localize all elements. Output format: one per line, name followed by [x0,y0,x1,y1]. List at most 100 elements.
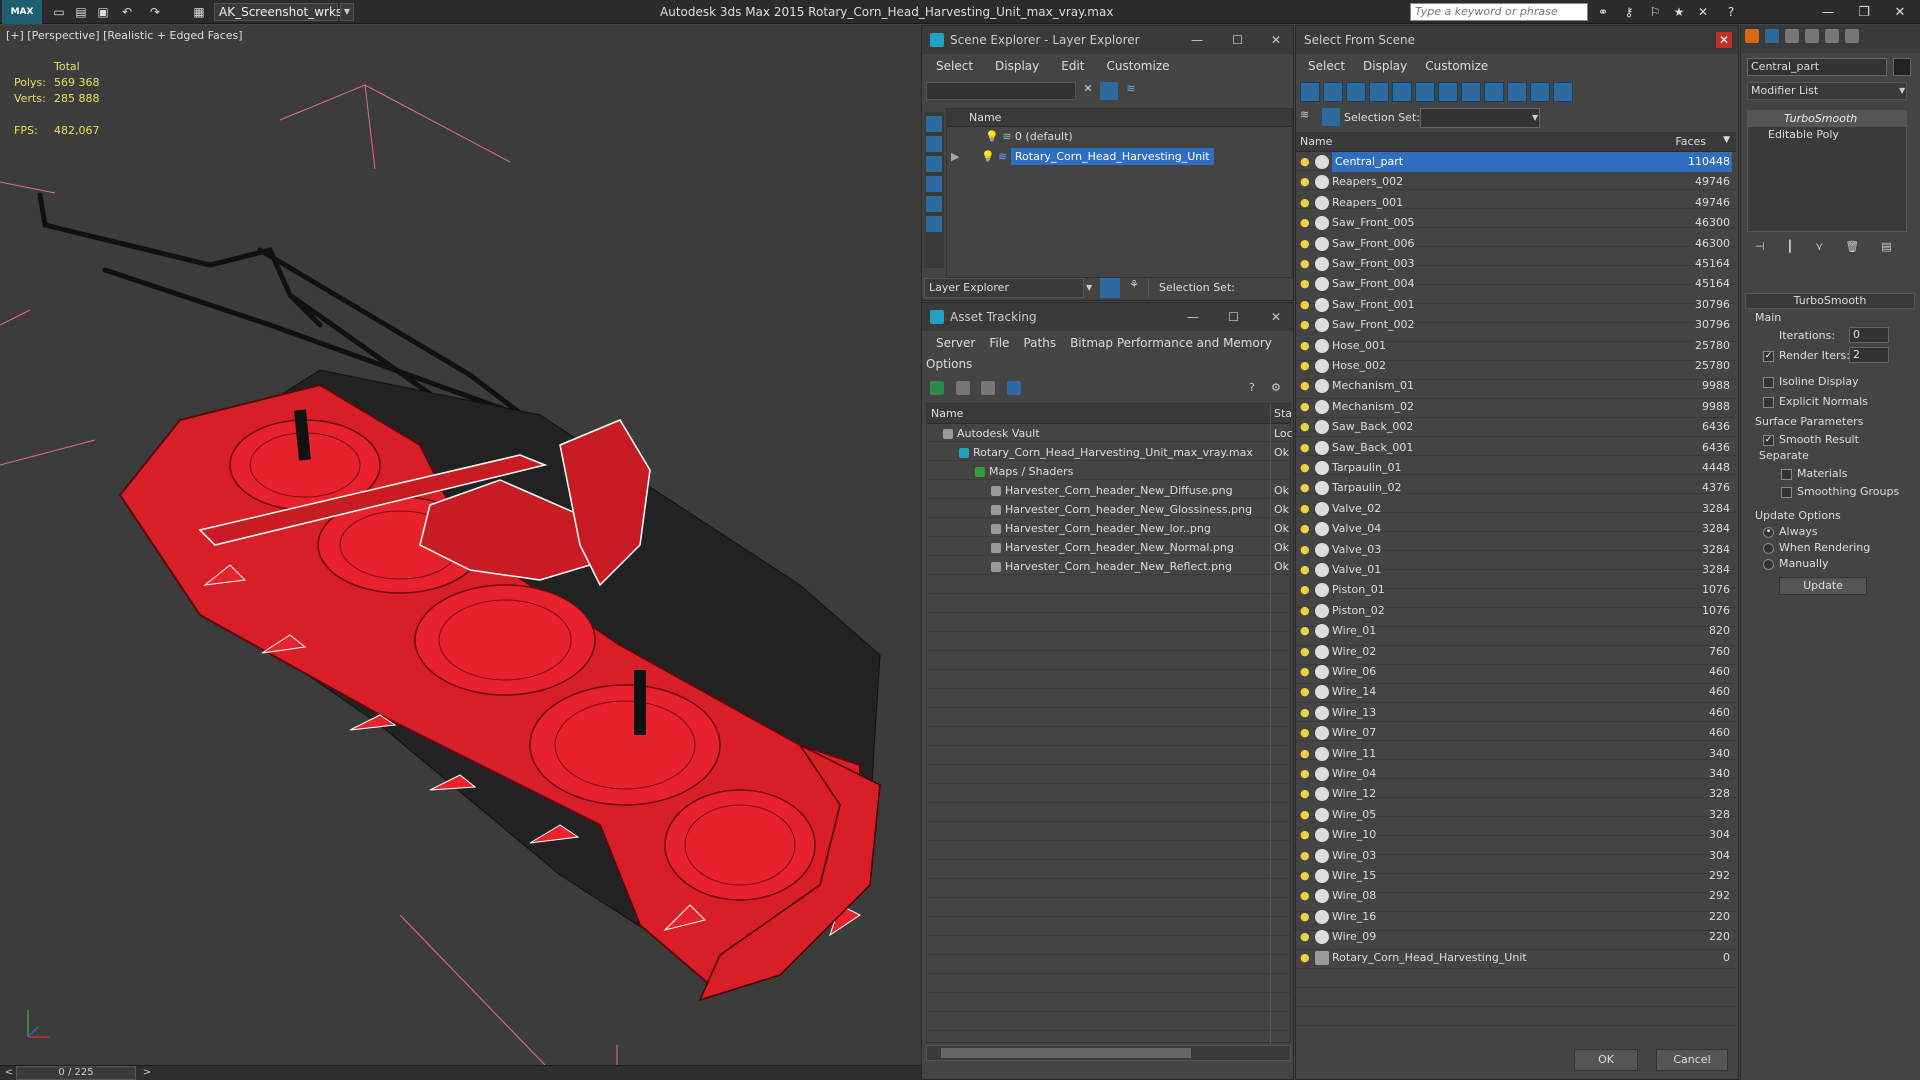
project-folder-icon[interactable]: ▦ [190,3,208,21]
stack-item-editable-poly[interactable]: Editable Poly [1748,127,1906,143]
scrollbar-thumb[interactable] [941,1048,1191,1058]
scene-object-row[interactable]: ● Valve_01 3284 [1296,560,1736,580]
update-button[interactable]: Update [1779,577,1867,595]
scene-object-row[interactable]: ● Valve_03 3284 [1296,540,1736,560]
sfs-col-faces[interactable]: Faces [1675,135,1706,148]
lightbulb-icon[interactable]: ● [1300,376,1310,396]
save-file-icon[interactable]: ▣ [94,3,112,21]
motion-tab-icon[interactable] [1805,29,1819,43]
asset-row[interactable]: Harvester_Corn_header_New_Glossiness.png… [927,500,1290,519]
display-bones-icon[interactable] [1484,82,1504,102]
sfs-menu-customize[interactable]: Customize [1425,54,1488,78]
time-next-icon[interactable]: > [140,1066,154,1080]
scene-object-row[interactable]: ● Saw_Back_002 6436 [1296,417,1736,437]
lightbulb-icon[interactable]: ● [1300,193,1310,213]
scene-object-row[interactable]: ● Wire_05 328 [1296,805,1736,825]
make-unique-icon[interactable]: ⋎ [1815,240,1823,258]
scene-object-row[interactable]: ● Wire_14 460 [1296,682,1736,702]
at-horizontal-scrollbar[interactable] [926,1045,1291,1061]
at-menu-file[interactable]: File [989,331,1009,355]
scene-object-row[interactable]: ● Wire_08 292 [1296,886,1736,906]
display-frozen-icon[interactable] [1530,82,1550,102]
at-col-name[interactable]: Name [927,407,963,420]
lightbulb-icon[interactable]: ● [1300,662,1310,682]
scene-object-row[interactable]: ● Saw_Back_001 6436 [1296,438,1736,458]
help-icon[interactable]: ? [1722,3,1740,21]
lightbulb-icon[interactable]: ● [1300,417,1310,437]
close-icon[interactable]: ✕ [1882,0,1918,24]
modifier-list-dropdown[interactable]: Modifier List [1747,82,1907,100]
scene-object-row[interactable]: ● Wire_12 328 [1296,784,1736,804]
scene-object-row[interactable]: ● Wire_16 220 [1296,907,1736,927]
lightbulb-icon[interactable]: ● [1300,152,1310,172]
at-minimize-icon[interactable]: — [1187,303,1199,331]
at-maximize-icon[interactable]: ☐ [1228,303,1239,331]
display-geometry-icon[interactable] [1300,82,1320,102]
lightbulb-icon[interactable]: ● [1300,886,1310,906]
remove-modifier-icon[interactable]: 🗑 [1845,240,1859,258]
se-minimize-icon[interactable]: — [1191,26,1203,54]
dropdown-arrow-icon[interactable]: ▼ [1532,108,1542,128]
sort-by-layer-icon[interactable] [1100,278,1120,298]
se-menu-select[interactable]: Select [936,54,973,78]
render-iters-spinner[interactable]: 2 [1849,347,1889,363]
se-maximize-icon[interactable]: ☐ [1232,26,1243,54]
scene-object-row[interactable]: ● Wire_10 304 [1296,825,1736,845]
lightbulb-icon[interactable]: ● [1300,540,1310,560]
asset-row[interactable]: Harvester_Corn_header_New_Reflect.png Ok [927,557,1290,576]
lightbulb-icon[interactable]: ● [1300,866,1310,886]
scene-object-row[interactable]: ● Piston_02 1076 [1296,601,1736,621]
minimize-icon[interactable]: — [1810,0,1846,24]
scene-object-row[interactable]: ● Saw_Front_005 46300 [1296,213,1736,233]
display-cameras-icon[interactable] [1369,82,1389,102]
scene-object-row[interactable]: ● Saw_Front_006 46300 [1296,234,1736,254]
search-input[interactable]: Type a keyword or phrase [1410,3,1588,21]
communication-icon[interactable]: ⚐ [1646,3,1664,21]
sfs-menu-display[interactable]: Display [1363,54,1407,78]
at-settings-icon[interactable]: ⚙ [1271,381,1285,395]
se-search-field[interactable] [926,82,1076,100]
scene-object-row[interactable]: ● Hose_002 25780 [1296,356,1736,376]
list-view-icon[interactable] [955,381,970,395]
scene-object-row[interactable]: ● Wire_11 340 [1296,744,1736,764]
sfs-close-icon[interactable]: ✕ [1716,32,1732,48]
scene-object-row[interactable]: ● Tarpaulin_01 4448 [1296,458,1736,478]
app-logo[interactable]: MAX [2,0,42,24]
stack-item-turbosmooth[interactable]: TurboSmooth [1748,111,1906,127]
scene-object-row[interactable]: ● Saw_Front_001 30796 [1296,295,1736,315]
display-xrefs-icon[interactable] [1461,82,1481,102]
asset-row[interactable]: Harvester_Corn_header_New_lor..png Ok [927,519,1290,538]
display-shapes-icon[interactable] [1323,82,1343,102]
dropdown-arrow-icon[interactable]: ▼ [1899,82,1913,100]
se-menu-display[interactable]: Display [995,54,1039,78]
asset-row[interactable]: Maps / Shaders [927,462,1290,481]
lightbulb-icon[interactable]: ● [1300,315,1310,335]
scene-object-row[interactable]: ● Rotary_Corn_Head_Harvesting_Unit 0 [1296,948,1736,968]
lightbulb-icon[interactable]: ● [1300,580,1310,600]
display-groups-icon[interactable] [1438,82,1458,102]
explicit-normals-checkbox[interactable] [1763,396,1774,408]
se-layer-row-selected[interactable]: ▶ 💡 ≋ Rotary_Corn_Head_Harvesting_Unit [947,147,1292,167]
se-menu-edit[interactable]: Edit [1061,54,1084,78]
dropdown-arrow-icon[interactable]: ▼ [1086,278,1096,298]
lightbulb-icon[interactable]: ● [1300,948,1310,968]
lightbulb-icon[interactable]: ● [1300,744,1310,764]
se-display-geometry-icon[interactable] [926,116,942,132]
scene-object-row[interactable]: ● Valve_04 3284 [1296,519,1736,539]
render-iters-checkbox[interactable]: ✓ [1763,350,1774,362]
lightbulb-icon[interactable]: ● [1300,927,1310,947]
smoothing-groups-checkbox[interactable] [1781,486,1792,498]
object-name-field[interactable]: Central_part [1747,58,1887,76]
sfs-hierarchy-icon[interactable] [1322,108,1340,126]
lightbulb-icon[interactable]: ● [1300,621,1310,641]
object-color-swatch[interactable] [1893,58,1911,76]
se-close-icon[interactable]: ✕ [1271,26,1281,54]
redo-icon[interactable]: ↷ [146,3,164,21]
at-help-icon[interactable]: ? [1249,381,1263,395]
time-prev-icon[interactable]: < [2,1066,16,1080]
explorer-type-dropdown[interactable]: Layer Explorer [924,278,1084,298]
se-display-shapes-icon[interactable] [926,136,942,152]
sort-desc-icon[interactable]: ▼ [1723,135,1730,145]
configure-modifier-sets-icon[interactable]: ▤ [1881,240,1891,258]
sfs-layers-icon[interactable]: ≋ [1300,108,1320,128]
